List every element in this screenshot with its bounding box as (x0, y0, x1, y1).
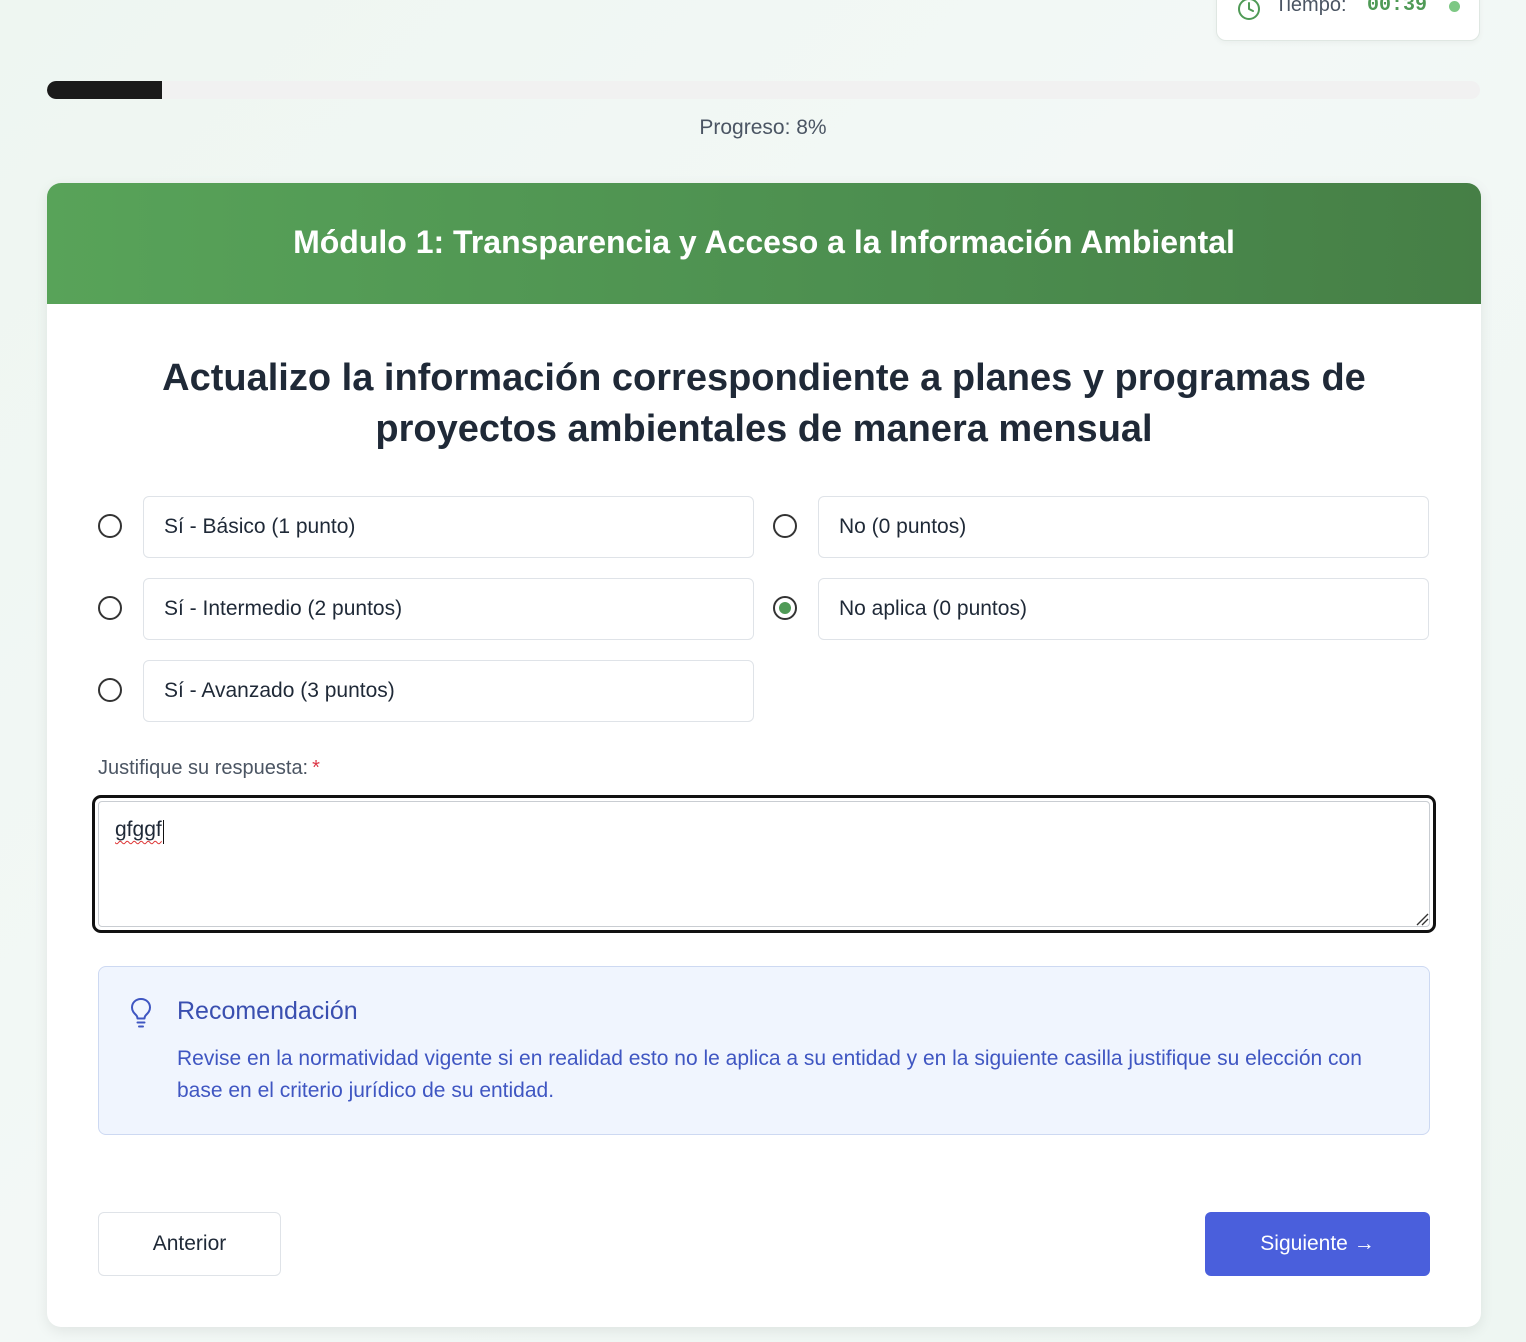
option-si-intermedio[interactable]: Sí - Intermedio (2 puntos) (98, 578, 754, 640)
timer-widget: Tiempo: 00:39 (1216, 0, 1480, 41)
justification-textarea[interactable]: gfggf (92, 795, 1436, 933)
justification-label: Justifique su respuesta: * (98, 757, 320, 780)
previous-button[interactable]: Anterior (98, 1212, 281, 1276)
radio-button[interactable] (98, 678, 122, 702)
radio-button[interactable] (773, 514, 797, 538)
recommendation-box: Recomendación Revise en la normatividad … (98, 966, 1430, 1135)
option-label[interactable]: No aplica (0 puntos) (818, 578, 1429, 640)
lightbulb-icon (131, 998, 151, 1028)
clock-icon (1238, 0, 1260, 20)
radio-button[interactable] (773, 596, 797, 620)
recommendation-text: Revise en la normatividad vigente si en … (177, 1047, 1362, 1102)
timer-value: 00:39 (1367, 0, 1428, 17)
question-card: Módulo 1: Transparencia y Acceso a la In… (47, 183, 1481, 1327)
option-si-avanzado[interactable]: Sí - Avanzado (3 puntos) (98, 660, 754, 722)
justification-value: gfggf (115, 818, 162, 841)
required-indicator: * (312, 757, 320, 779)
option-label[interactable]: No (0 puntos) (818, 496, 1429, 558)
option-label[interactable]: Sí - Intermedio (2 puntos) (143, 578, 754, 640)
resize-handle-icon[interactable] (1415, 912, 1429, 926)
timer-label: Tiempo: (1275, 0, 1347, 16)
module-header: Módulo 1: Transparencia y Acceso a la In… (47, 183, 1481, 304)
text-caret (163, 820, 164, 844)
option-label[interactable]: Sí - Básico (1 punto) (143, 496, 754, 558)
option-si-basico[interactable]: Sí - Básico (1 punto) (98, 496, 754, 558)
justification-label-text: Justifique su respuesta: (98, 757, 309, 779)
option-no[interactable]: No (0 puntos) (773, 496, 1429, 558)
option-label[interactable]: Sí - Avanzado (3 puntos) (143, 660, 754, 722)
module-title: Módulo 1: Transparencia y Acceso a la In… (293, 224, 1235, 260)
textarea-inner-border (98, 801, 1430, 927)
option-no-aplica[interactable]: No aplica (0 puntos) (773, 578, 1429, 640)
recommendation-title: Recomendación (177, 997, 358, 1025)
next-button[interactable]: Siguiente → (1205, 1212, 1430, 1276)
progress-bar-fill (47, 81, 162, 99)
radio-button[interactable] (98, 514, 122, 538)
progress-label: Progreso: 8% (699, 116, 827, 139)
question-text: Actualizo la información correspondiente… (162, 357, 1366, 450)
progress-bar (47, 81, 1480, 99)
radio-button[interactable] (98, 596, 122, 620)
timer-status-dot (1449, 1, 1460, 12)
